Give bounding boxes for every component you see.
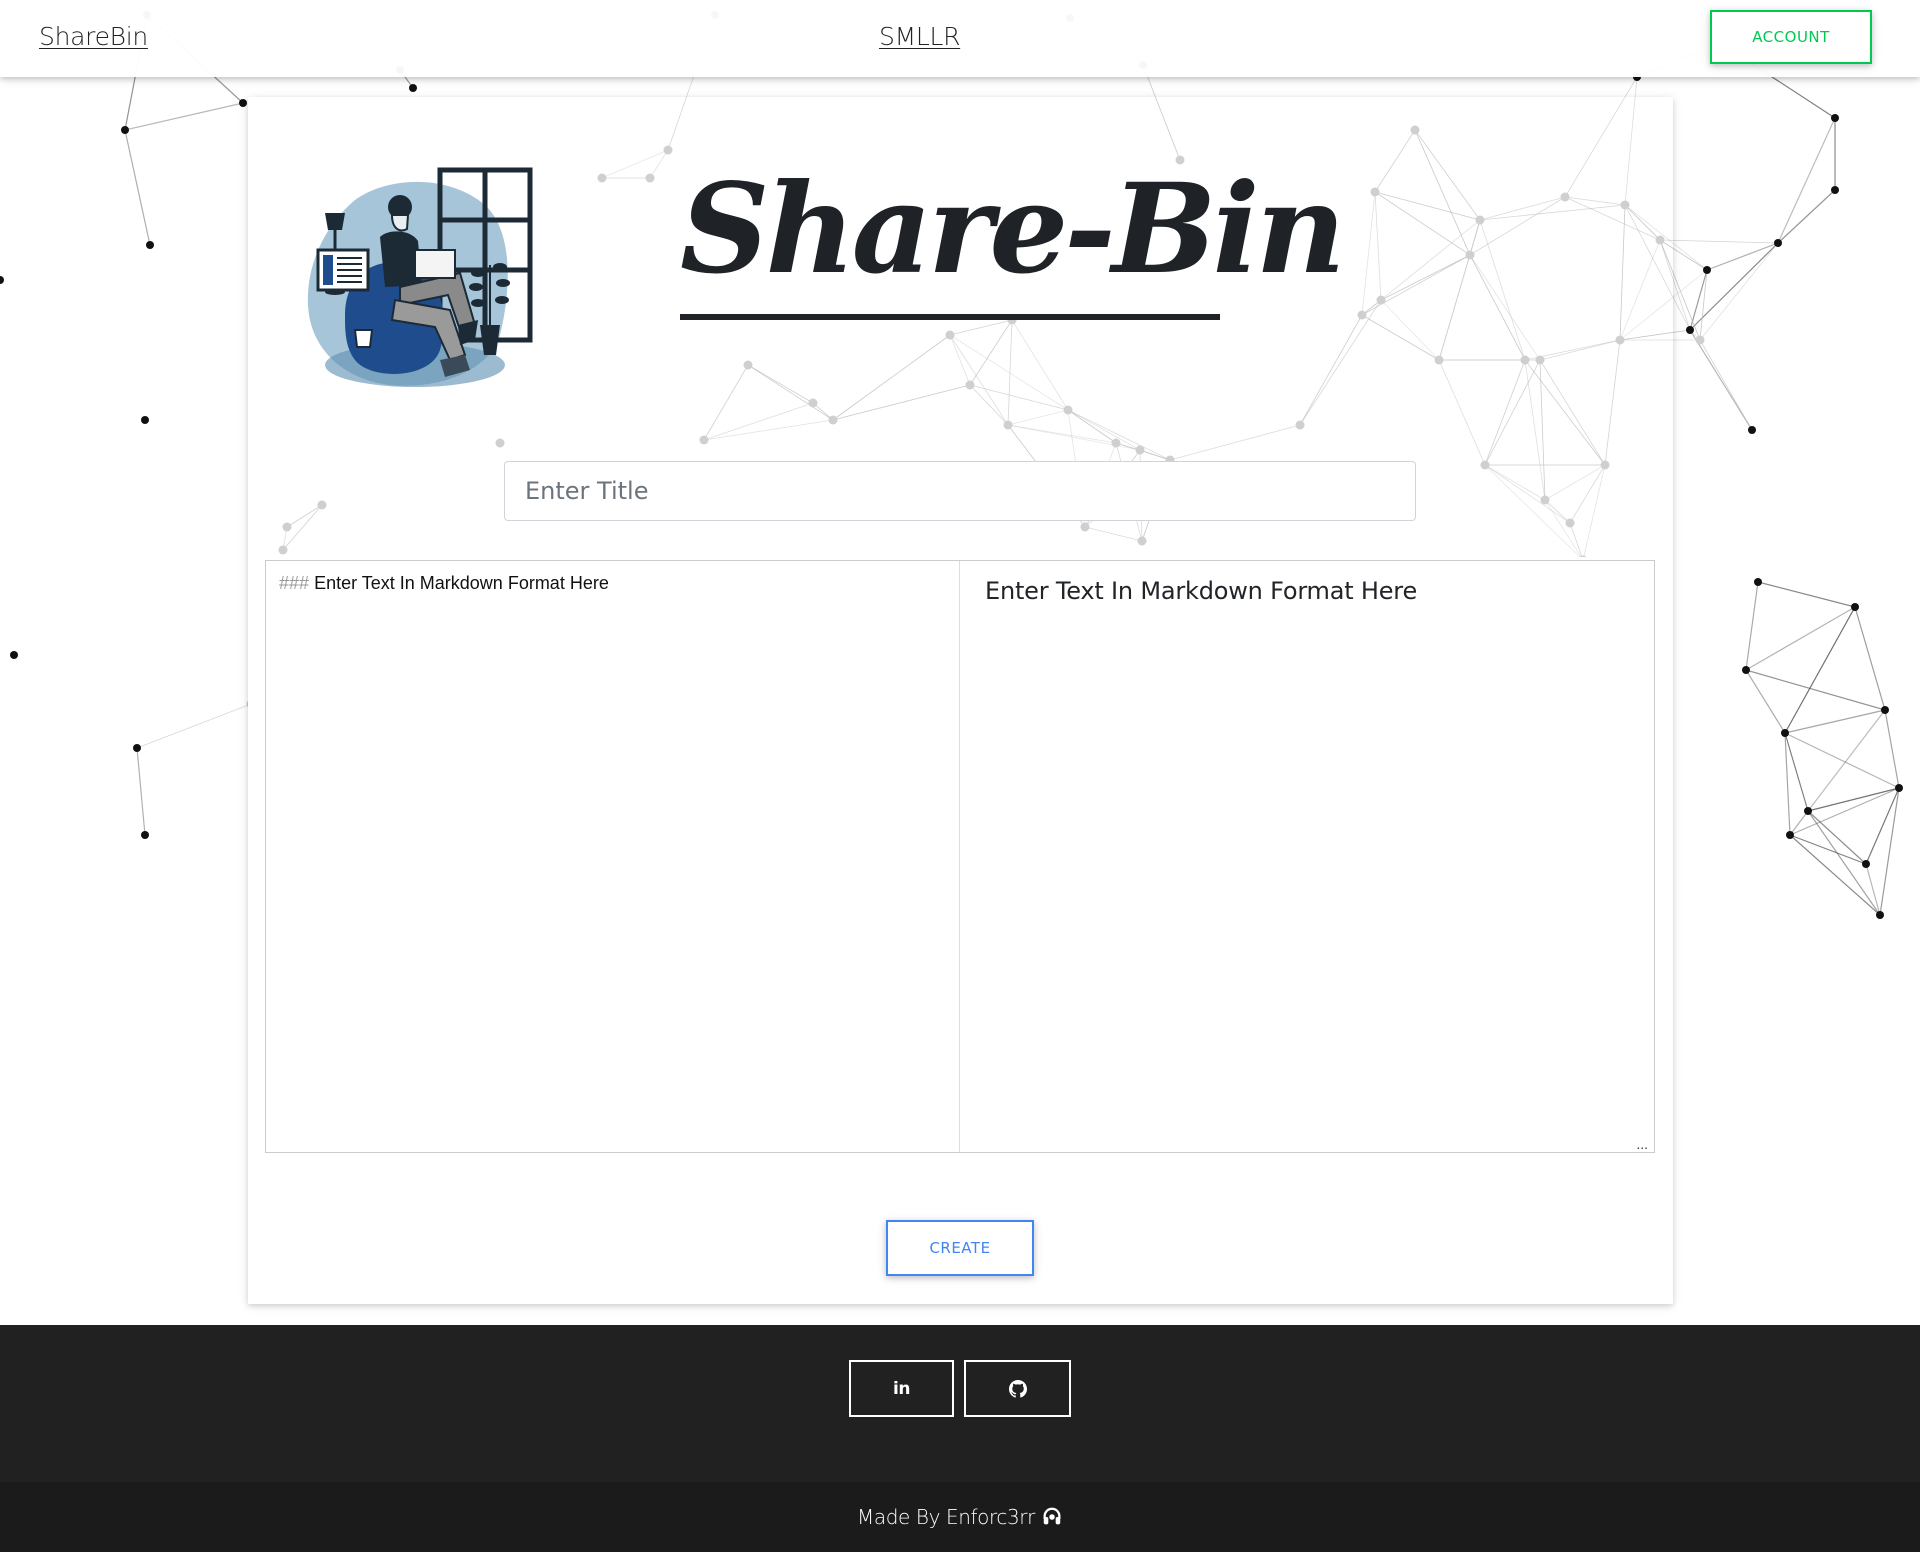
markdown-preview: Enter Text In Markdown Format Here ... bbox=[960, 561, 1654, 1152]
resize-handle[interactable]: ... bbox=[1636, 1137, 1648, 1151]
brand-link[interactable]: ShareBin bbox=[39, 22, 148, 51]
smllr-link[interactable]: SMLLR bbox=[879, 22, 960, 51]
github-icon bbox=[1008, 1379, 1027, 1398]
credit-text: Made By Enforc3rr bbox=[857, 1505, 1035, 1529]
copyright-bar: Made By Enforc3rr bbox=[0, 1482, 1920, 1552]
linkedin-button[interactable]: in bbox=[849, 1360, 954, 1417]
preview-heading: Enter Text In Markdown Format Here bbox=[984, 577, 1418, 605]
page: ShareBin SMLLR ACCOUNT Share-Bin Enter T… bbox=[0, 0, 1920, 1552]
markdown-input[interactable]: ### Enter Text In Markdown Format Here bbox=[266, 561, 960, 1152]
linkedin-icon: in bbox=[893, 1378, 910, 1399]
create-button[interactable]: CREATE bbox=[886, 1220, 1034, 1276]
person-with-laptop-illustration bbox=[307, 167, 533, 387]
headset-icon bbox=[1043, 1507, 1061, 1525]
title-input[interactable] bbox=[504, 461, 1416, 521]
markdown-heading-syntax: ### bbox=[279, 573, 310, 593]
footer: in bbox=[0, 1325, 1920, 1482]
markdown-input-text: Enter Text In Markdown Format Here bbox=[314, 573, 609, 593]
app-title: Share-Bin bbox=[680, 160, 1346, 320]
markdown-editor: ### Enter Text In Markdown Format Here E… bbox=[265, 560, 1655, 1153]
github-button[interactable] bbox=[964, 1360, 1071, 1417]
account-button[interactable]: ACCOUNT bbox=[1710, 10, 1872, 64]
navbar: ShareBin SMLLR ACCOUNT bbox=[0, 0, 1920, 77]
